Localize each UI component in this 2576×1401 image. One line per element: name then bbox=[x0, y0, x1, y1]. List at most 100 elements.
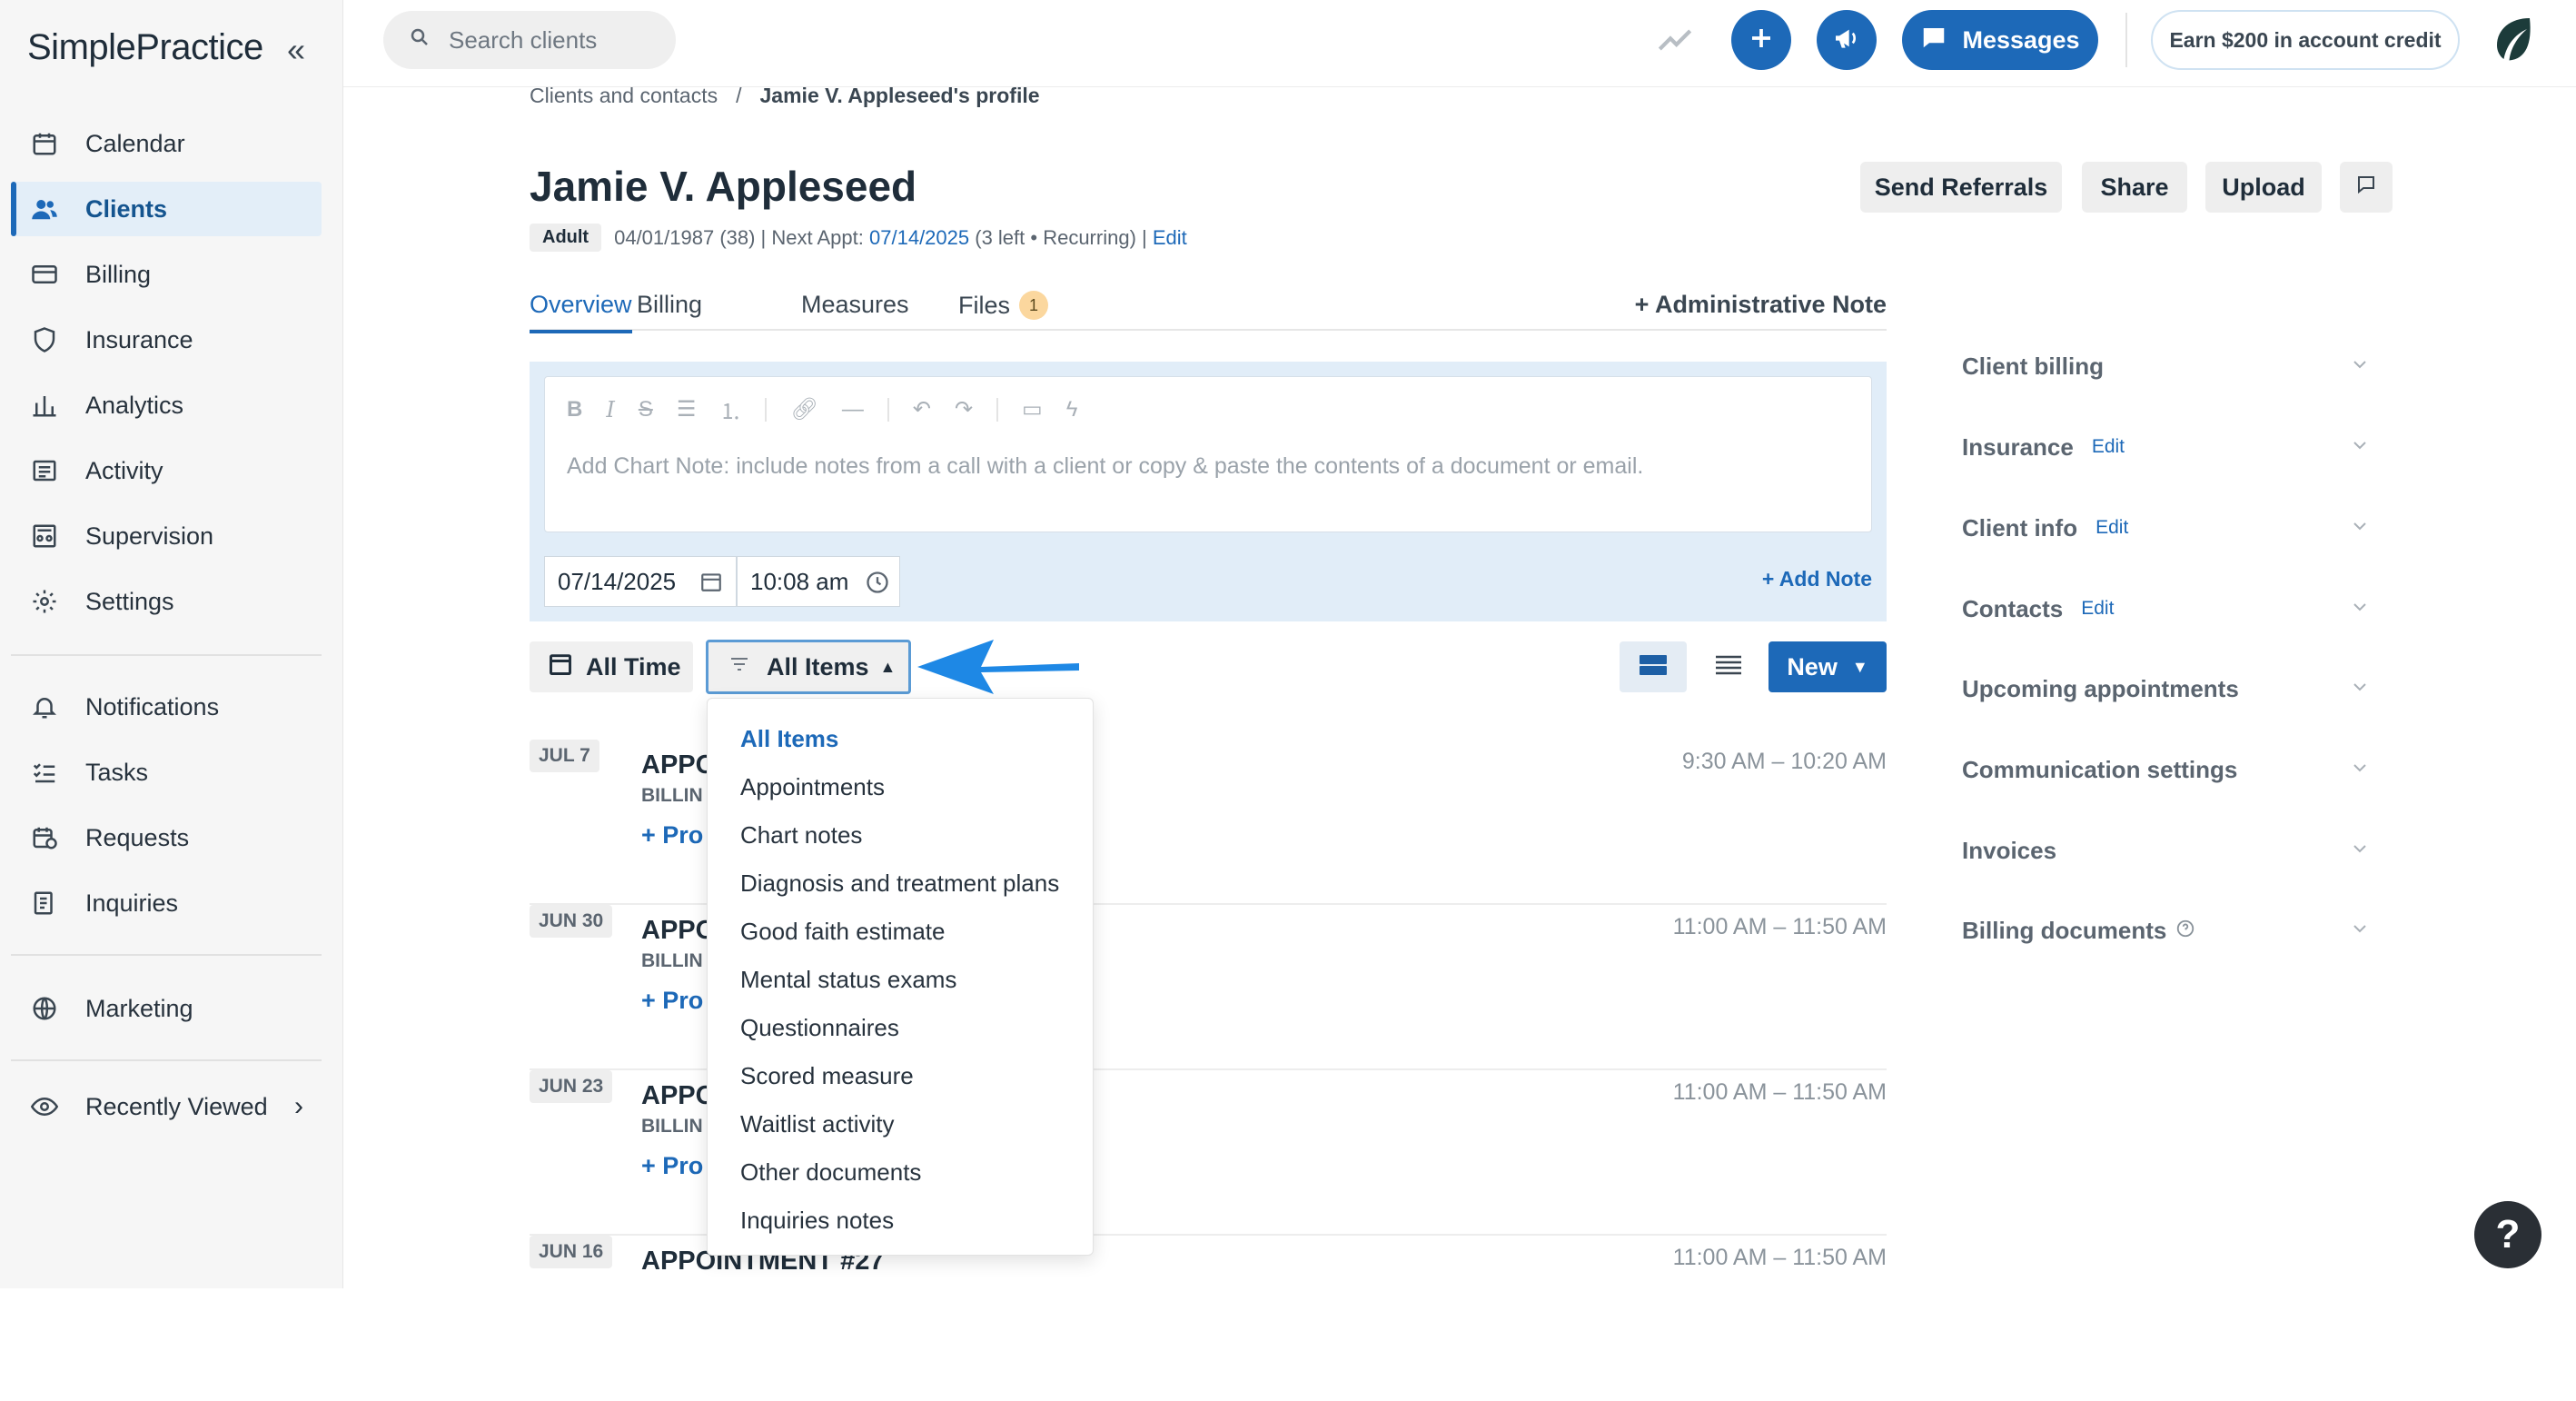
entry-action-link[interactable]: + Pro bbox=[641, 821, 703, 850]
accordion-communication-settings[interactable]: Communication settings bbox=[1962, 747, 2371, 792]
accordion-label: Insurance bbox=[1962, 432, 2074, 461]
dropdown-option-scored-measure[interactable]: Scored measure bbox=[708, 1052, 1093, 1100]
dropdown-option-chart-notes[interactable]: Chart notes bbox=[708, 811, 1093, 859]
dropdown-option-questionnaires[interactable]: Questionnaires bbox=[708, 1004, 1093, 1052]
comment-button[interactable] bbox=[2340, 162, 2393, 213]
sidebar-item-tasks[interactable]: Tasks bbox=[11, 745, 322, 800]
add-note-button[interactable]: + Add Note bbox=[1762, 567, 1872, 591]
administrative-note-button[interactable]: + Administrative Note bbox=[1635, 291, 1887, 319]
calendar-icon[interactable] bbox=[699, 570, 723, 600]
accordion-contacts[interactable]: Contacts Edit bbox=[1962, 586, 2371, 631]
entry-title[interactable]: APPO bbox=[641, 916, 716, 946]
template-icon[interactable]: ▭ bbox=[1022, 396, 1043, 422]
sidebar-item-supervision[interactable]: Supervision bbox=[11, 509, 322, 563]
sidebar-item-marketing[interactable]: Marketing bbox=[11, 981, 322, 1036]
tab-overview[interactable]: Overview bbox=[530, 291, 632, 333]
accordion-insurance[interactable]: Insurance Edit bbox=[1962, 424, 2371, 470]
entry-subtitle: BILLIN bbox=[641, 785, 703, 806]
help-button[interactable]: ? bbox=[2474, 1201, 2541, 1268]
next-appt-link[interactable]: 07/14/2025 bbox=[869, 226, 969, 250]
entry-title[interactable]: APPO bbox=[641, 1081, 716, 1111]
calendar-icon bbox=[29, 128, 60, 159]
redo-icon[interactable]: ↷ bbox=[955, 396, 973, 422]
trending-icon[interactable] bbox=[1657, 22, 1693, 63]
dropdown-option-all-items[interactable]: All Items bbox=[708, 715, 1093, 763]
contacts-edit-link[interactable]: Edit bbox=[2081, 598, 2114, 620]
sidebar-item-recently-viewed[interactable]: Recently Viewed › bbox=[11, 1079, 322, 1134]
tab-files[interactable]: Files 1 bbox=[958, 291, 1049, 320]
sidebar-item-label: Inquiries bbox=[85, 889, 179, 917]
tab-billing[interactable]: Billing bbox=[637, 291, 702, 319]
entry-action-link[interactable]: + Pro bbox=[641, 987, 703, 1015]
earn-credit-button[interactable]: Earn $200 in account credit bbox=[2151, 10, 2460, 70]
accordion-upcoming-appointments[interactable]: Upcoming appointments bbox=[1962, 666, 2371, 711]
chart-note-editor[interactable]: B I S ☰ ⒈ 🔗︎ — ↶ ↷ ▭ ϟ Add Chart Note: i… bbox=[544, 376, 1872, 532]
list-view-toggle[interactable] bbox=[1701, 641, 1756, 692]
all-items-filter-button[interactable]: All Items ▲ bbox=[706, 640, 911, 694]
dropdown-option-waitlist-activity[interactable]: Waitlist activity bbox=[708, 1100, 1093, 1148]
tab-measures[interactable]: Measures bbox=[801, 291, 909, 319]
lightning-icon[interactable]: ϟ bbox=[1066, 397, 1078, 422]
appt-summary: (3 left • Recurring) | bbox=[975, 225, 1147, 249]
sidebar-item-activity[interactable]: Activity bbox=[11, 443, 322, 498]
all-time-label: All Time bbox=[586, 652, 681, 681]
dropdown-option-good-faith-estimate[interactable]: Good faith estimate bbox=[708, 908, 1093, 956]
clock-icon[interactable] bbox=[865, 570, 890, 601]
edit-client-link[interactable]: Edit bbox=[1153, 226, 1187, 250]
dropdown-option-other-documents[interactable]: Other documents bbox=[708, 1148, 1093, 1197]
strikethrough-icon[interactable]: S bbox=[639, 397, 653, 422]
timeline-entry[interactable]: JUN 16 APPOINTMENT #27 11:00 AM – 11:50 … bbox=[530, 1236, 1887, 1401]
sidebar-item-calendar[interactable]: Calendar bbox=[11, 116, 322, 171]
bell-icon bbox=[29, 691, 60, 722]
all-items-label: All Items bbox=[767, 652, 869, 681]
accordion-client-billing[interactable]: Client billing bbox=[1962, 343, 2371, 389]
numbered-list-icon[interactable]: ⒈ bbox=[719, 393, 741, 425]
chevrons-left-icon[interactable]: « bbox=[287, 31, 305, 69]
app-logo[interactable]: SimplePractice bbox=[27, 27, 263, 68]
share-button[interactable]: Share bbox=[2082, 162, 2187, 213]
dropdown-option-diagnosis[interactable]: Diagnosis and treatment plans bbox=[708, 859, 1093, 908]
sidebar-item-settings[interactable]: Settings bbox=[11, 574, 322, 629]
sidebar-item-insurance[interactable]: Insurance bbox=[11, 313, 322, 367]
all-time-filter-button[interactable]: All Time bbox=[530, 641, 693, 692]
accordion-invoices[interactable]: Invoices bbox=[1962, 828, 2371, 873]
sidebar-item-notifications[interactable]: Notifications bbox=[11, 680, 322, 734]
client-info-edit-link[interactable]: Edit bbox=[2095, 517, 2128, 539]
entry-title[interactable]: APPO bbox=[641, 750, 716, 780]
undo-icon[interactable]: ↶ bbox=[913, 396, 931, 422]
search-input[interactable]: Search clients bbox=[383, 11, 676, 69]
account-avatar-icon[interactable] bbox=[2483, 13, 2538, 72]
dropdown-option-appointments[interactable]: Appointments bbox=[708, 763, 1093, 811]
sidebar-item-billing[interactable]: Billing bbox=[11, 247, 322, 302]
accordion-billing-documents[interactable]: Billing documents bbox=[1962, 908, 2371, 953]
sidebar-item-analytics[interactable]: Analytics bbox=[11, 378, 322, 432]
new-item-button[interactable]: New ▼ bbox=[1769, 641, 1887, 692]
dropdown-option-inquiries-notes[interactable]: Inquiries notes bbox=[708, 1197, 1093, 1245]
toolbar-separator bbox=[887, 397, 889, 422]
note-date-value: 07/14/2025 bbox=[558, 567, 677, 595]
entry-action-link[interactable]: + Pro bbox=[641, 1152, 703, 1180]
announcements-button[interactable] bbox=[1817, 10, 1877, 70]
italic-icon[interactable]: I bbox=[606, 397, 614, 422]
link-icon[interactable]: 🔗︎ bbox=[790, 396, 817, 422]
sidebar-item-clients[interactable]: Clients bbox=[11, 182, 322, 236]
card-view-toggle[interactable] bbox=[1620, 641, 1687, 692]
add-button[interactable] bbox=[1731, 10, 1791, 70]
upload-button[interactable]: Upload bbox=[2205, 162, 2322, 213]
dropdown-option-mental-status-exams[interactable]: Mental status exams bbox=[708, 956, 1093, 1004]
breadcrumb-parent[interactable]: Clients and contacts bbox=[530, 84, 718, 107]
accordion-client-info[interactable]: Client info Edit bbox=[1962, 505, 2371, 551]
sidebar-item-inquiries[interactable]: Inquiries bbox=[11, 876, 322, 930]
sidebar-item-requests[interactable]: Requests bbox=[11, 810, 322, 865]
horizontal-rule-icon[interactable]: — bbox=[842, 397, 864, 422]
help-circle-icon[interactable] bbox=[2175, 919, 2195, 943]
globe-icon bbox=[29, 993, 60, 1024]
bullet-list-icon[interactable]: ☰ bbox=[677, 396, 697, 422]
messages-button[interactable]: Messages bbox=[1902, 10, 2098, 70]
bold-icon[interactable]: B bbox=[567, 397, 582, 422]
insurance-edit-link[interactable]: Edit bbox=[2092, 436, 2125, 458]
note-time-field[interactable]: 10:08 am bbox=[737, 556, 900, 607]
note-date-field[interactable]: 07/14/2025 bbox=[544, 556, 737, 607]
send-referrals-button[interactable]: Send Referrals bbox=[1860, 162, 2062, 213]
megaphone-icon bbox=[1832, 24, 1861, 57]
